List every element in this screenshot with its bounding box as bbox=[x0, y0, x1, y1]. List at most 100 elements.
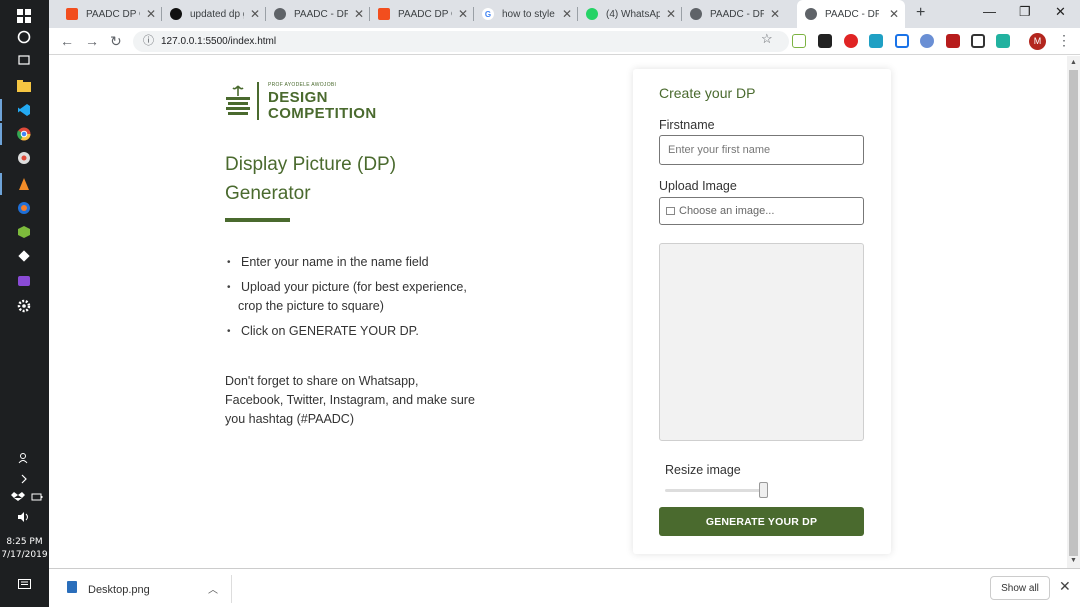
windows-taskbar: 8:25 PM 7/17/2019 bbox=[0, 0, 49, 607]
volume-icon[interactable] bbox=[14, 507, 34, 527]
image-preview-area[interactable] bbox=[659, 243, 864, 441]
windows-start-icon[interactable] bbox=[14, 6, 34, 26]
app-icon[interactable] bbox=[14, 148, 34, 168]
browser-tab[interactable]: PAADC - DP ✕ bbox=[682, 0, 786, 28]
git-icon[interactable] bbox=[14, 246, 34, 266]
close-tab-icon[interactable]: ✕ bbox=[354, 7, 364, 21]
instructions-list: Enter your name in the name field Upload… bbox=[225, 253, 515, 347]
close-tab-icon[interactable]: ✕ bbox=[562, 7, 572, 21]
divider bbox=[231, 575, 232, 603]
browser-tab[interactable]: G how to style ✕ bbox=[474, 0, 578, 28]
forward-arrow-icon[interactable]: → bbox=[85, 33, 99, 49]
resize-image-label: Resize image bbox=[665, 463, 741, 477]
instruction-text: crop the picture to square) bbox=[238, 299, 384, 313]
back-arrow-icon[interactable]: ← bbox=[60, 33, 74, 49]
upload-placeholder: Choose an image... bbox=[679, 205, 775, 217]
close-tab-icon[interactable]: ✕ bbox=[770, 7, 780, 21]
chrome-icon[interactable] bbox=[14, 124, 34, 144]
close-tab-icon[interactable]: ✕ bbox=[458, 7, 468, 21]
hashtag-icon[interactable] bbox=[895, 34, 909, 48]
share-note: Don't forget to share on Whatsapp, Faceb… bbox=[225, 374, 475, 426]
reload-icon[interactable]: ↻ bbox=[110, 33, 122, 50]
system-clock[interactable]: 8:25 PM 7/17/2019 bbox=[0, 536, 49, 562]
close-tab-icon[interactable]: ✕ bbox=[889, 7, 899, 21]
vlc-icon[interactable] bbox=[14, 174, 34, 194]
file-explorer-icon[interactable] bbox=[14, 76, 34, 96]
notifications-icon[interactable] bbox=[14, 575, 34, 595]
upload-image-input[interactable]: Choose an image... bbox=[659, 197, 864, 225]
tab-title: PAADC DP Generator bbox=[86, 8, 140, 20]
chevron-up-icon[interactable]: ︿ bbox=[208, 581, 218, 596]
extension-icon[interactable] bbox=[792, 34, 806, 48]
firefox-icon[interactable] bbox=[14, 198, 34, 218]
scrollbar-thumb[interactable] bbox=[1069, 70, 1078, 556]
page-viewport: PROF AYODELE AWOJOBI DESIGN COMPETITION … bbox=[49, 56, 1067, 568]
close-tab-icon[interactable]: ✕ bbox=[146, 7, 156, 21]
browser-tab-active[interactable]: PAADC - DP ✕ bbox=[797, 0, 905, 28]
browser-tab[interactable]: PAADC DP Generator ✕ bbox=[58, 0, 162, 28]
instruction-text: Enter your name in the name field bbox=[241, 255, 429, 269]
browser-menu-icon[interactable]: ⋮ bbox=[1057, 32, 1071, 49]
new-tab-button[interactable]: + bbox=[916, 4, 925, 22]
browser-tab[interactable]: updated dp generator ✕ bbox=[162, 0, 266, 28]
extension-icon[interactable] bbox=[869, 34, 883, 48]
firstname-input[interactable] bbox=[659, 135, 864, 165]
generate-dp-button[interactable]: GENERATE YOUR DP bbox=[659, 507, 864, 536]
chevron-right-icon[interactable] bbox=[14, 469, 34, 489]
card-title: Create your DP bbox=[659, 85, 756, 101]
cortana-icon[interactable] bbox=[14, 27, 34, 47]
page-title-line-2: Generator bbox=[225, 183, 311, 204]
dropbox-icon[interactable] bbox=[8, 487, 28, 507]
android-studio-icon[interactable] bbox=[14, 222, 34, 242]
profile-avatar[interactable]: M bbox=[1029, 33, 1046, 50]
extension-icon[interactable] bbox=[920, 34, 934, 48]
extension-icon[interactable] bbox=[818, 34, 832, 48]
pdf-icon[interactable] bbox=[946, 34, 960, 48]
vscode-icon[interactable] bbox=[14, 100, 34, 120]
globe-icon bbox=[274, 8, 286, 20]
page-scrollbar[interactable]: ▲ ▼ bbox=[1067, 56, 1080, 568]
instruction-item: Upload your picture (for best experience… bbox=[225, 278, 515, 316]
settings-gear-icon[interactable] bbox=[14, 296, 34, 316]
browser-tab[interactable]: PAADC - DP ✕ bbox=[266, 0, 370, 28]
instruction-item: Enter your name in the name field bbox=[225, 253, 515, 272]
opera-icon[interactable] bbox=[844, 34, 858, 48]
close-window-icon[interactable]: ✕ bbox=[1055, 4, 1066, 20]
figma-icon bbox=[66, 8, 78, 20]
screenshot-icon[interactable] bbox=[971, 34, 985, 48]
tab-title: PAADC DP Generator bbox=[398, 8, 452, 20]
resize-slider-thumb[interactable] bbox=[759, 482, 768, 498]
browser-tab-strip: PAADC DP Generator ✕ updated dp generato… bbox=[49, 0, 1080, 28]
minimize-icon[interactable]: — bbox=[983, 4, 996, 19]
browser-tab[interactable]: PAADC DP Generator ✕ bbox=[370, 0, 474, 28]
grammarly-icon[interactable] bbox=[996, 34, 1010, 48]
task-view-icon[interactable] bbox=[14, 50, 34, 70]
tab-title: updated dp generator bbox=[190, 8, 244, 20]
resize-slider-track[interactable] bbox=[665, 489, 763, 492]
logo-divider bbox=[257, 82, 259, 120]
bookmark-star-icon[interactable]: ☆ bbox=[761, 31, 773, 47]
tab-title: how to style bbox=[502, 8, 555, 20]
download-item[interactable]: Desktop.png ︿ bbox=[65, 577, 231, 601]
site-info-icon[interactable]: ⓘ bbox=[143, 31, 154, 52]
battery-icon bbox=[27, 487, 47, 507]
whatsapp-icon bbox=[586, 8, 598, 20]
close-shelf-icon[interactable]: ✕ bbox=[1059, 578, 1071, 595]
scroll-up-icon[interactable]: ▲ bbox=[1070, 59, 1077, 66]
address-bar[interactable]: ⓘ 127.0.0.1:5500/index.html bbox=[133, 31, 789, 52]
tab-title: (4) WhatsApp bbox=[606, 8, 660, 20]
create-dp-card: Create your DP Firstname Upload Image Ch… bbox=[633, 69, 891, 554]
visual-studio-icon[interactable] bbox=[14, 271, 34, 291]
show-all-button[interactable]: Show all bbox=[990, 576, 1050, 600]
logo-small-text: PROF AYODELE AWOJOBI bbox=[268, 82, 337, 88]
close-tab-icon[interactable]: ✕ bbox=[666, 7, 676, 21]
logo-mark-icon bbox=[226, 85, 250, 115]
browser-tab[interactable]: (4) WhatsApp ✕ bbox=[578, 0, 682, 28]
scroll-down-icon[interactable]: ▼ bbox=[1070, 557, 1077, 564]
tab-title: PAADC - DP bbox=[294, 8, 348, 20]
restore-icon[interactable]: ❐ bbox=[1019, 4, 1031, 20]
close-tab-icon[interactable]: ✕ bbox=[250, 7, 260, 21]
instruction-text: Upload your picture (for best experience… bbox=[241, 280, 467, 294]
people-icon[interactable] bbox=[14, 448, 34, 468]
github-icon bbox=[170, 8, 182, 20]
